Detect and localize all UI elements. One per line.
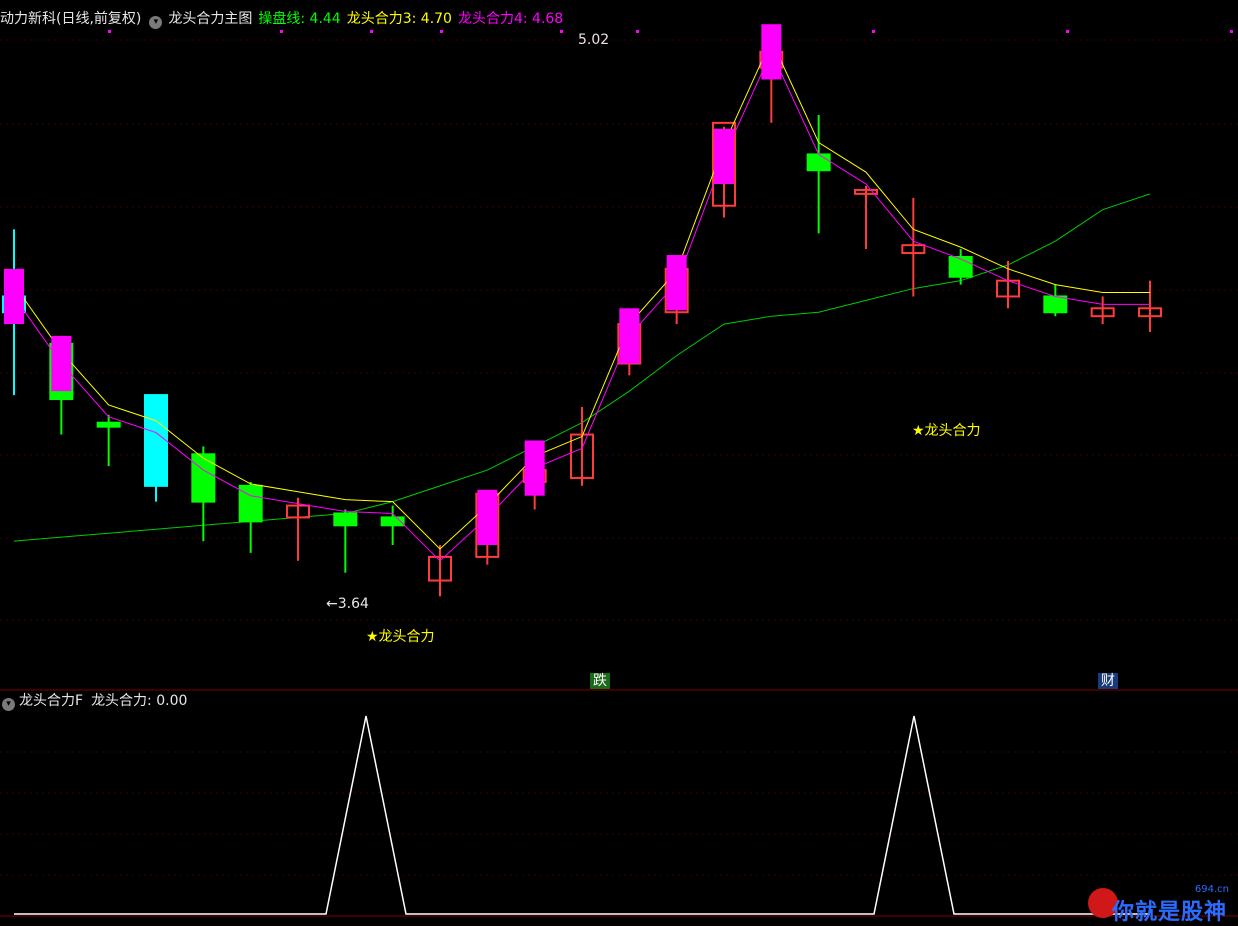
kline-chart[interactable] — [0, 0, 1238, 926]
dropdown-icon[interactable]: ▾ — [2, 698, 15, 711]
candle-body — [948, 256, 973, 278]
magenta-block — [714, 128, 734, 185]
watermark-logo: 你就是股神 694.cn — [1088, 884, 1233, 925]
indicator-title[interactable]: 龙头合力主图 — [168, 11, 252, 27]
signal-label: ★龙头合力 — [366, 629, 435, 645]
magenta-block — [666, 255, 687, 311]
sub-indicator-header: ▾ 龙头合力F 龙头合力: 0.00 — [0, 690, 187, 712]
fall-tag[interactable]: 跌 — [590, 673, 610, 689]
watermark-site: 694.cn — [1194, 884, 1229, 895]
magenta-block — [51, 335, 72, 392]
candle-body — [191, 453, 216, 503]
magenta-block — [477, 489, 498, 546]
line-value-3: 龙头合力4: 4.68 — [457, 11, 564, 27]
marker-dot — [280, 30, 283, 33]
ma-line — [13, 193, 1151, 542]
marker-dot — [440, 30, 443, 33]
candle-body — [144, 394, 168, 487]
magenta-block — [619, 308, 640, 364]
line-value-1: 操盘线: 4.44 — [258, 11, 341, 27]
marker-dot — [108, 30, 111, 33]
marker-dot — [370, 30, 373, 33]
stock-title: 动力新科(日线,前复权) — [0, 11, 142, 27]
main-indicator-header: 动力新科(日线,前复权) ▾ 龙头合力主图 操盘线: 4.44 龙头合力3: 4.70 龙… — [0, 8, 569, 30]
marker-dot — [636, 30, 639, 33]
magenta-block — [524, 440, 545, 496]
marker-dot — [560, 30, 563, 33]
watermark-text: 你就是股神 — [1112, 900, 1228, 925]
marker-dot — [872, 30, 875, 33]
high-price-label: 5.02 — [578, 32, 610, 48]
finance-tag[interactable]: 财 — [1098, 673, 1118, 689]
low-price-label: ←3.64 — [326, 596, 369, 612]
magenta-block — [761, 24, 782, 80]
sub-indicator-title[interactable]: 龙头合力F — [19, 693, 83, 709]
line-value-2: 龙头合力3: 4.70 — [346, 11, 452, 27]
candle-body — [806, 153, 831, 172]
sub-indicator-value: 龙头合力: 0.00 — [91, 693, 188, 709]
marker-dot — [1066, 30, 1069, 33]
candle-body — [333, 512, 358, 527]
signal-label: ★龙头合力 — [912, 423, 981, 439]
dropdown-icon[interactable]: ▾ — [149, 16, 163, 29]
signal-line — [14, 715, 1150, 915]
magenta-block — [4, 268, 24, 325]
candle-body — [96, 421, 121, 428]
marker-dot — [1230, 30, 1233, 33]
candle-body — [1043, 295, 1068, 314]
